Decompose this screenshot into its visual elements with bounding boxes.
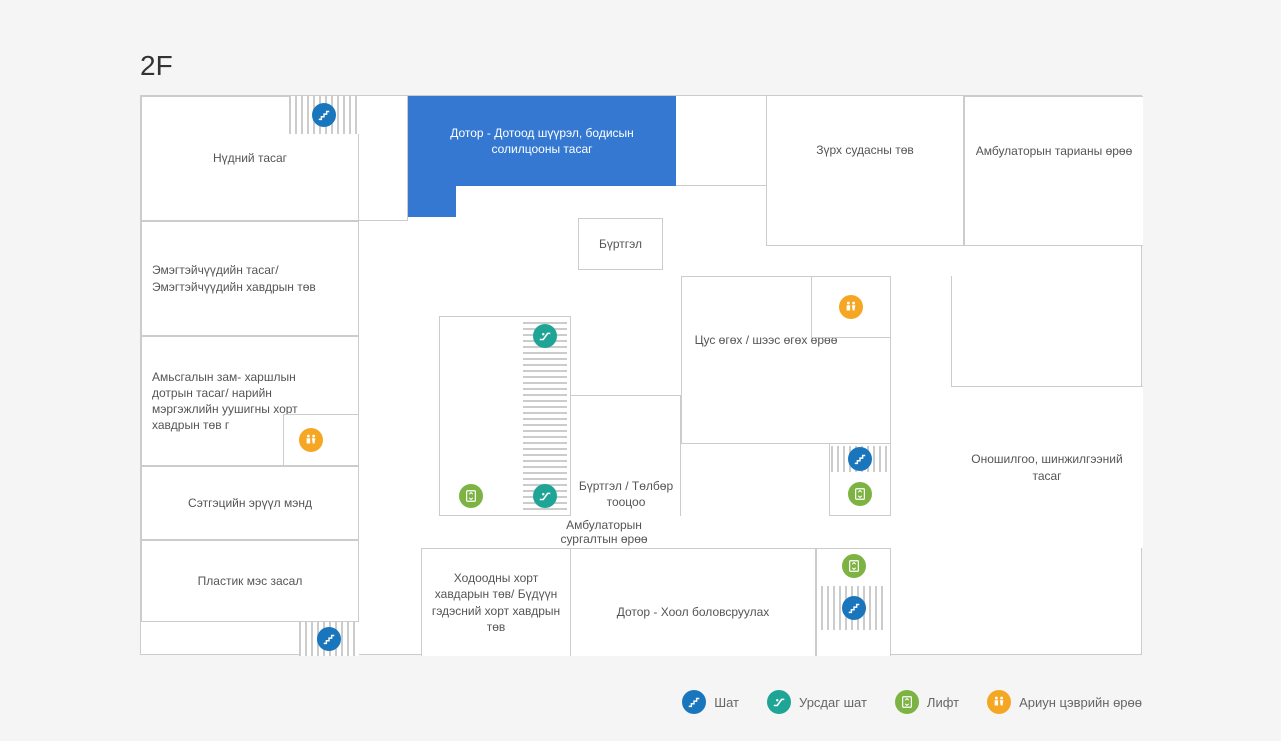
room-label: Зүрх судасны төв [816,142,914,158]
room-label: Дотор - Хоол боловсруулах [617,604,770,620]
legend-elevator: Лифт [895,690,959,714]
room-cardio[interactable]: Зүрх судасны төв [766,96,964,246]
restroom-icon [987,690,1011,714]
elevator-icon [459,484,483,508]
room-mental-health[interactable]: Сэтгэцийн эрүүл мэнд [141,466,359,540]
room-label: Нүдний тасаг [213,150,287,166]
legend-label: Ариун цэврийн өрөө [1019,695,1142,710]
corridor-gap-1 [359,96,408,221]
escalator-strip [523,320,567,510]
stairs-icon [842,596,866,620]
legend-escalator: Урсдаг шат [767,690,867,714]
legend: Шат Урсдаг шат Лифт Ариун цэврийн өрөө [140,690,1142,714]
room-label: Эмэгтэйчүүдийн тасаг/ Эмэгтэйчүүдийн хав… [152,262,352,294]
room-label: Пластик мэс засал [198,573,303,589]
room-label: Амбулаторын тарианы өрөө [976,143,1133,159]
room-label: Сэтгэцийн эрүүл мэнд [188,495,312,511]
room-outpatient-injection[interactable]: Амбулаторын тарианы өрөө [964,96,1143,246]
legend-label: Урсдаг шат [799,695,867,710]
legend-label: Лифт [927,695,959,710]
room-diagnostics[interactable]: Оношилгоо, шинжилгээний тасаг [951,386,1143,548]
floor-label: 2F [140,50,173,82]
escalator-icon [533,484,557,508]
legend-label: Шат [714,695,739,710]
room-label: Бүртгэл / Төлбөр тооцоо [577,478,675,510]
stairs-icon [312,103,336,127]
room-internal-endocrine-ext [408,184,456,217]
room-digestion[interactable]: Дотор - Хоол боловсруулах [571,548,816,656]
room-internal-endocrine[interactable]: Дотор - Дотоод шүүрэл, бодисын солилцоон… [408,96,676,186]
corridor-gap-2 [676,96,766,186]
room-womens-dept[interactable]: Эмэгтэйчүүдийн тасаг/ Эмэгтэйчүүдийн хав… [141,221,359,336]
stairs-icon [682,690,706,714]
room-registration[interactable]: Бүртгэл [578,218,663,270]
room-stomach-cancer[interactable]: Ходоодны хорт хавдарын төв/ Бүдүүн гэдэс… [421,548,571,656]
elevator-icon [842,554,866,578]
room-label: Дотор - Дотоод шүүрэл, бодисын солилцоон… [415,125,669,157]
room-plastic-surgery[interactable]: Пластик мэс засал [141,540,359,622]
restroom-icon [299,428,323,452]
floor-map: Нүдний тасаг Дотор - Дотоод шүүрэл, боди… [140,95,1142,655]
restroom-icon [839,295,863,319]
elevator-icon [895,690,919,714]
divider [571,395,681,396]
elevator-icon [848,482,872,506]
legend-stairs: Шат [682,690,739,714]
stairs-icon [848,447,872,471]
legend-restroom: Ариун цэврийн өрөө [987,690,1142,714]
room-label: Ходоодны хорт хавдарын төв/ Бүдүүн гэдэс… [428,570,564,635]
escalator-icon [533,324,557,348]
stairs-icon [317,627,341,651]
room-reg-payment[interactable]: Бүртгэл / Төлбөр тооцоо [571,396,681,516]
room-label: Оношилгоо, шинжилгээний тасаг [957,451,1137,483]
label-outpatient-training: Амбулаторын сургалтын өрөө [539,518,669,546]
room-label: Бүртгэл [599,236,642,252]
escalator-icon [767,690,791,714]
